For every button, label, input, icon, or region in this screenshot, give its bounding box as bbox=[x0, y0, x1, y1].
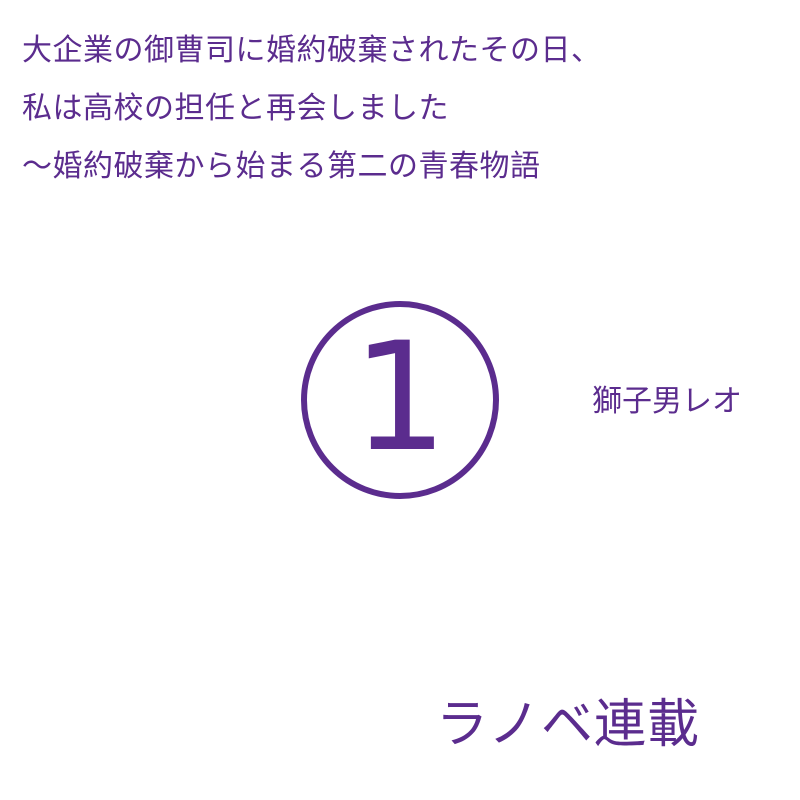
author-name: 獅子男レオ bbox=[592, 384, 742, 419]
volume-badge: 1 bbox=[300, 300, 500, 500]
title-block: 大企業の御曹司に婚約破棄されたその日、 私は高校の担任と再会しました 〜婚約破棄… bbox=[22, 22, 782, 196]
series-label: ラノベ連載 bbox=[436, 695, 700, 755]
title-line-3: 〜婚約破棄から始まる第二の青春物語 bbox=[22, 149, 541, 184]
volume-number: 1 bbox=[352, 311, 448, 485]
title-line-2: 私は高校の担任と再会しました bbox=[22, 91, 449, 126]
title-line-1: 大企業の御曹司に婚約破棄されたその日、 bbox=[22, 33, 602, 68]
